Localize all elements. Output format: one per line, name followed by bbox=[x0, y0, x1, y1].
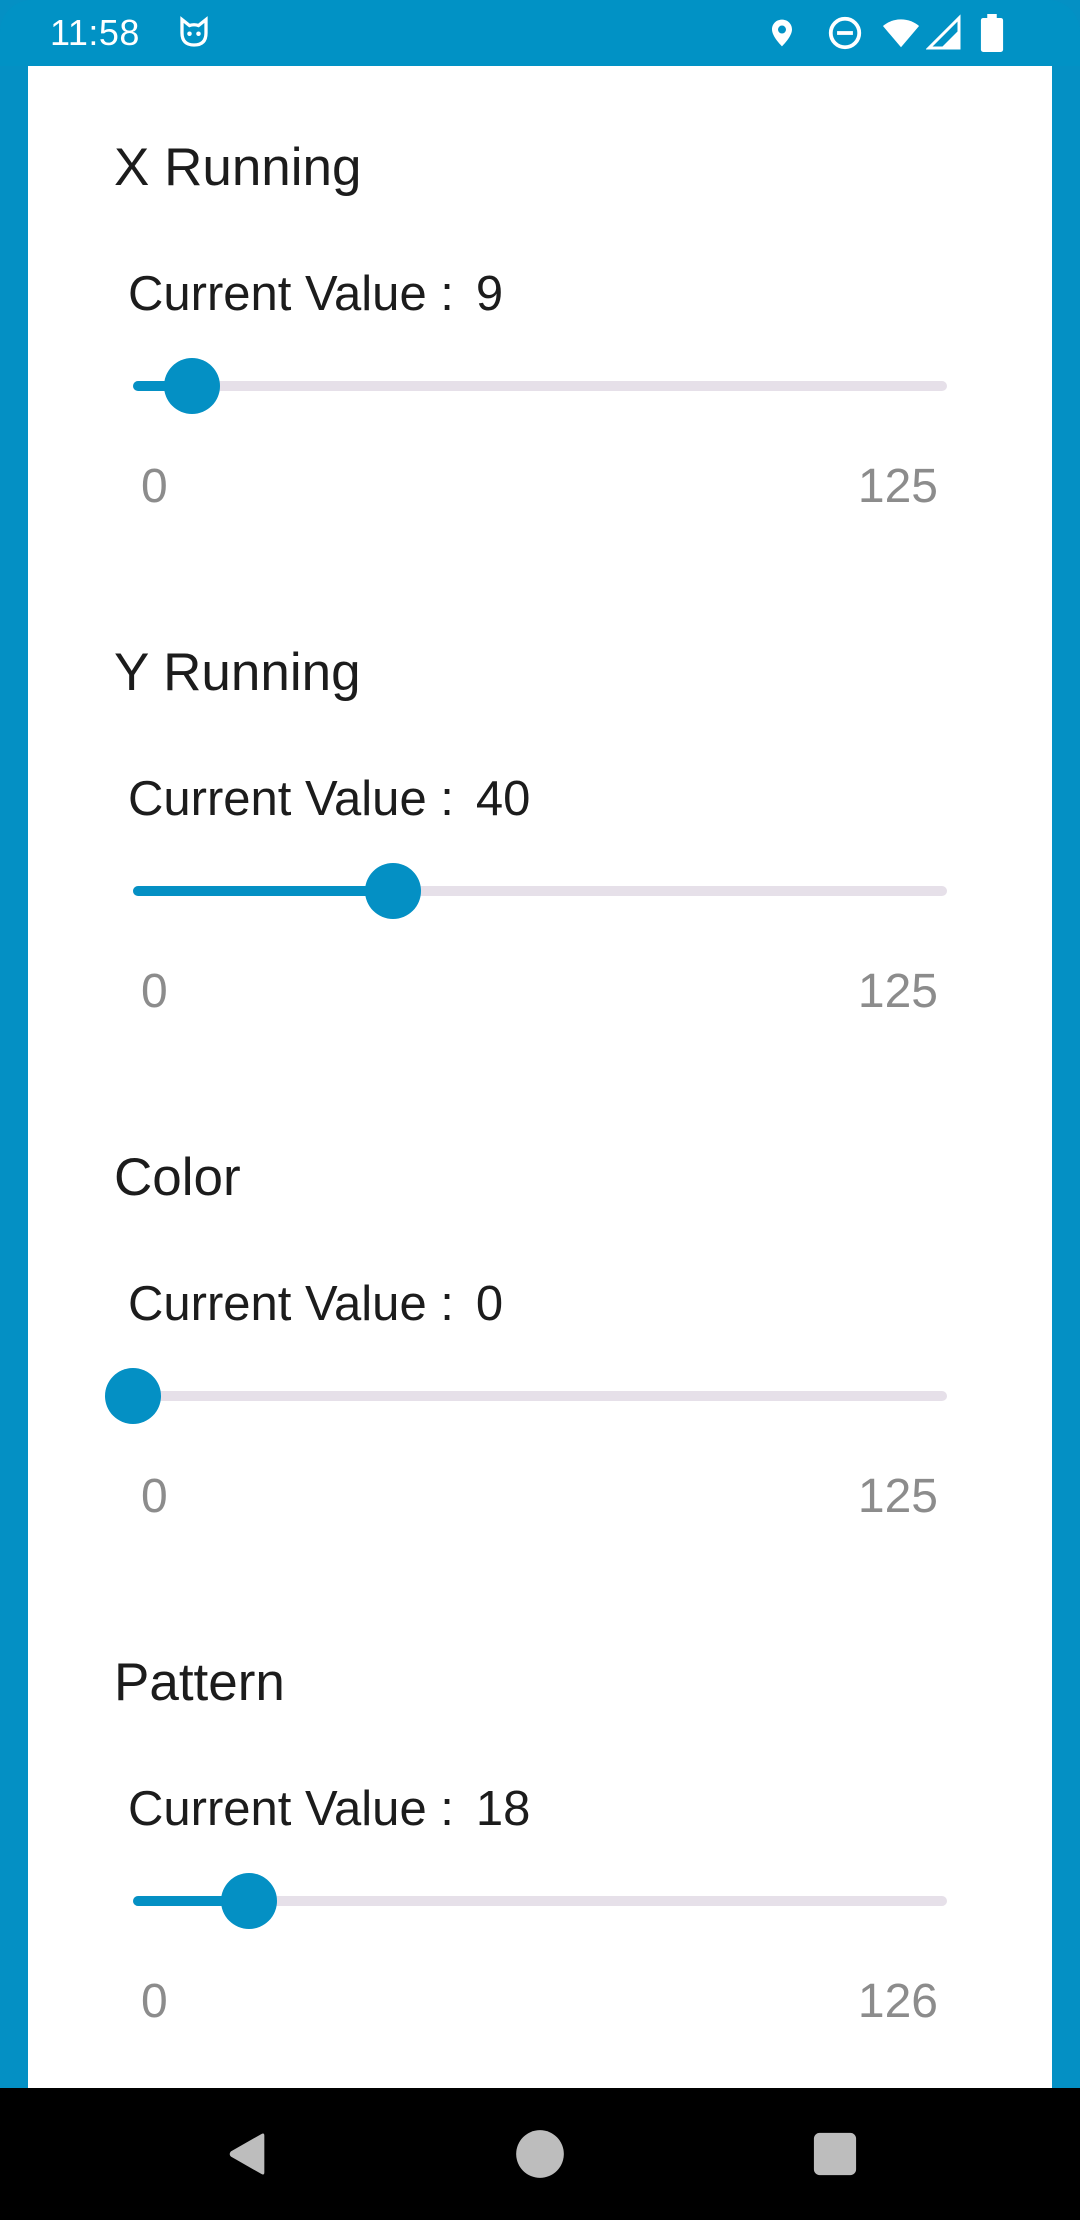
slider-thumb[interactable] bbox=[163, 358, 220, 414]
slider-track[interactable] bbox=[133, 1391, 947, 1401]
range-max-label: 125 bbox=[857, 460, 938, 513]
current-value: 40 bbox=[475, 772, 531, 826]
slider-section-color: Color Current Value : 0 0 125 bbox=[28, 1076, 1052, 1581]
cat-face-icon bbox=[180, 16, 208, 47]
wifi-icon bbox=[882, 19, 920, 48]
current-value-label: Current Value : bbox=[128, 772, 454, 826]
slider-track[interactable] bbox=[133, 381, 947, 391]
battery-icon bbox=[980, 14, 1004, 52]
range-min-label: 0 bbox=[141, 1470, 168, 1523]
current-value-label: Current Value : bbox=[128, 267, 454, 321]
do-not-disturb-icon bbox=[828, 16, 862, 50]
slider-section-x-running: X Running Current Value : 9 0 125 bbox=[28, 66, 1052, 571]
slider-thumb[interactable] bbox=[365, 863, 422, 919]
home-button[interactable] bbox=[494, 2108, 586, 2200]
back-button[interactable] bbox=[201, 2108, 293, 2200]
x-running-slider[interactable] bbox=[133, 356, 947, 416]
section-title: Color bbox=[114, 1148, 241, 1207]
section-title: Y Running bbox=[114, 643, 361, 702]
current-value: 0 bbox=[475, 1277, 504, 1331]
slider-thumb[interactable] bbox=[221, 1873, 278, 1929]
status-bar: 11:58 bbox=[0, 0, 1080, 66]
color-slider[interactable] bbox=[105, 1366, 947, 1426]
section-title: X Running bbox=[114, 138, 362, 197]
section-title: Pattern bbox=[114, 1653, 285, 1712]
current-value-label: Current Value : bbox=[128, 1277, 454, 1331]
recents-icon bbox=[813, 2132, 857, 2176]
range-max-label: 125 bbox=[857, 965, 938, 1018]
current-value: 9 bbox=[475, 267, 504, 321]
recents-button[interactable] bbox=[789, 2108, 881, 2200]
slider-section-y-running: Y Running Current Value : 40 0 125 bbox=[28, 571, 1052, 1076]
range-max-label: 126 bbox=[857, 1975, 938, 2028]
current-value-row: Current Value : 9 bbox=[128, 264, 503, 324]
current-value-row: Current Value : 0 bbox=[128, 1274, 503, 1334]
cell-signal-icon bbox=[926, 14, 961, 50]
status-time: 11:58 bbox=[50, 12, 140, 53]
slider-thumb[interactable] bbox=[105, 1368, 161, 1424]
home-icon bbox=[516, 2130, 564, 2178]
current-value-label: Current Value : bbox=[128, 1782, 454, 1836]
pattern-slider[interactable] bbox=[133, 1871, 947, 1931]
back-icon bbox=[229, 2133, 265, 2175]
location-pin-icon bbox=[772, 19, 792, 47]
current-value-row: Current Value : 18 bbox=[128, 1779, 530, 1839]
slider-section-pattern: Pattern Current Value : 18 0 126 bbox=[28, 1581, 1052, 2086]
navigation-bar bbox=[0, 2088, 1080, 2220]
range-min-label: 0 bbox=[141, 965, 168, 1018]
slider-list: X Running Current Value : 9 0 125 Y Runni… bbox=[28, 66, 1052, 2088]
range-min-label: 0 bbox=[141, 1975, 168, 2028]
range-min-label: 0 bbox=[141, 460, 168, 513]
current-value: 18 bbox=[475, 1782, 531, 1836]
range-max-label: 125 bbox=[857, 1470, 938, 1523]
slider-fill bbox=[133, 886, 394, 896]
y-running-slider[interactable] bbox=[133, 861, 947, 921]
current-value-row: Current Value : 40 bbox=[128, 769, 530, 829]
